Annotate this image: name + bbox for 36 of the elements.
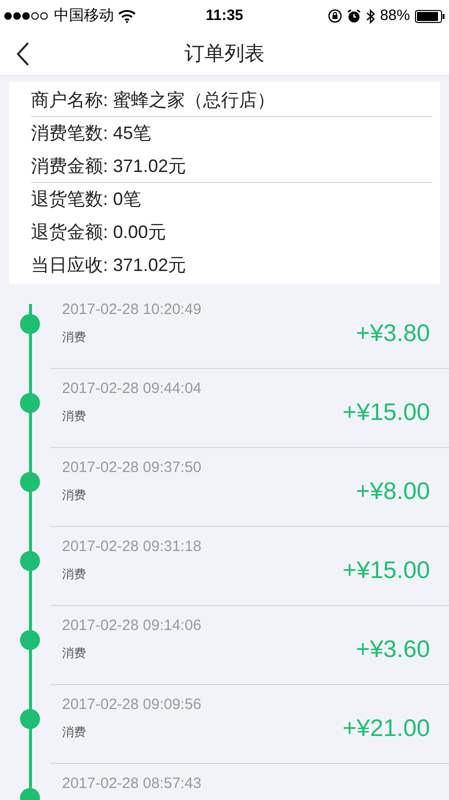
order-amount: +¥15.00 xyxy=(342,398,431,427)
page-title: 订单列表 xyxy=(184,42,264,66)
summary-text: 消费笔数: 45笔 xyxy=(31,122,152,145)
order-type: 消费 xyxy=(62,645,87,662)
summary-text: 退货笔数: 0笔 xyxy=(31,188,142,211)
battery-icon xyxy=(415,10,445,22)
order-time: 2017-02-28 09:31:18 xyxy=(62,537,202,557)
summary-text: 消费金额: 371.02元 xyxy=(31,154,186,178)
order-amount: +¥15.00 xyxy=(342,556,431,585)
order-type: 消费 xyxy=(62,408,87,425)
order-type: 消费 xyxy=(62,566,87,583)
summary-text: 退货金额: 0.00元 xyxy=(31,221,166,244)
order-time: 2017-02-28 08:57:43 xyxy=(62,774,202,794)
order-amount: +¥8.00 xyxy=(356,477,431,506)
order-amount: +¥3.80 xyxy=(356,319,431,348)
order-amount: +¥21.00 xyxy=(342,714,431,743)
carrier-text: 中国移动 xyxy=(54,6,114,26)
signal-icon xyxy=(4,12,50,20)
order-time: 2017-02-28 09:09:56 xyxy=(62,695,202,715)
order-type: 消费 xyxy=(62,487,87,504)
wifi-icon xyxy=(118,10,136,22)
alarm-icon xyxy=(346,9,361,23)
summary-text: 商户名称: 蜜蜂之家（总行店） xyxy=(31,88,276,112)
order-amount: +¥3.60 xyxy=(356,635,431,664)
clock-text: 11:35 xyxy=(204,6,244,26)
back-icon xyxy=(16,41,30,67)
order-type: 消费 xyxy=(62,724,87,741)
bluetooth-icon xyxy=(366,8,375,24)
order-time: 2017-02-28 09:44:04 xyxy=(62,379,202,399)
order-time: 2017-02-28 09:37:50 xyxy=(62,458,202,478)
order-type: 消费 xyxy=(62,329,87,346)
rotation-lock-icon xyxy=(328,9,342,23)
order-time: 2017-02-28 10:20:49 xyxy=(62,300,202,320)
battery-percent-text: 88% xyxy=(380,6,410,26)
order-time: 2017-02-28 09:14:06 xyxy=(62,616,202,636)
summary-text: 当日应收: 371.02元 xyxy=(31,254,186,277)
